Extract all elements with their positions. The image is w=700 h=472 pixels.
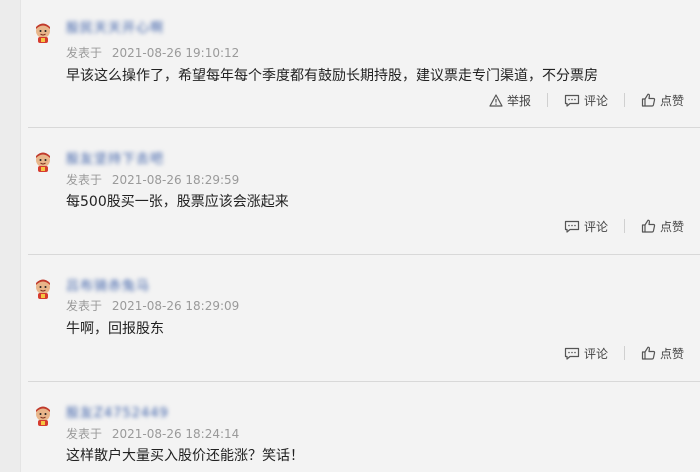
like-label: 点赞 [659, 219, 684, 234]
like-label: 点赞 [659, 346, 684, 361]
comment-item: 股友坚持下去吧 发表于 2021-08-26 18:29:59 每500股买一张… [28, 128, 700, 255]
comment-actions: 评论 点赞 [564, 217, 684, 235]
comment-button[interactable]: 评论 [564, 92, 608, 109]
comment-text: 这样散户大量买入股价还能涨？笑话！ [66, 448, 304, 464]
divider [546, 93, 548, 107]
report-icon [489, 93, 503, 107]
comment-item: 股民天天开心啊 发表于 2021-08-26 19:10:12 早该这么操作了，… [28, 0, 700, 128]
comment-icon [564, 94, 580, 107]
like-icon [641, 93, 656, 107]
comment-icon [564, 220, 580, 233]
comment-list-page: 股民天天开心啊 发表于 2021-08-26 19:10:12 早该这么操作了，… [0, 0, 700, 472]
like-button[interactable]: 点赞 [641, 92, 684, 109]
post-meta: 发表于 2021-08-26 19:10:12 [66, 44, 239, 61]
avatar-mascot-icon[interactable] [34, 406, 52, 426]
username[interactable]: 股友坚持下去吧 [66, 148, 164, 167]
report-button[interactable]: 举报 [489, 92, 531, 109]
comment-text: 每500股买一张，股票应该会涨起来 [66, 194, 289, 210]
divider [623, 346, 625, 360]
post-meta: 发表于 2021-08-26 18:29:09 [66, 297, 239, 314]
post-prefix: 发表于 [66, 173, 103, 187]
comment-actions: 评论 点赞 [564, 344, 684, 362]
post-time: 2021-08-26 18:29:59 [111, 173, 240, 187]
post-prefix: 发表于 [66, 299, 103, 313]
comment-item: 吕布骑赤兔马 发表于 2021-08-26 18:29:09 牛啊，回报股东 评… [28, 255, 700, 382]
comment-button[interactable]: 评论 [564, 218, 608, 235]
left-gutter [0, 0, 21, 472]
avatar-mascot-icon[interactable] [34, 152, 52, 172]
post-time: 2021-08-26 18:29:09 [111, 299, 240, 313]
post-time: 2021-08-26 18:24:14 [111, 427, 240, 441]
username[interactable]: 吕布骑赤兔马 [66, 275, 150, 294]
post-meta: 发表于 2021-08-26 18:24:14 [66, 425, 239, 442]
like-button[interactable]: 点赞 [641, 345, 684, 362]
avatar-mascot-icon[interactable] [34, 279, 52, 299]
like-icon [641, 346, 656, 360]
comment-text: 早该这么操作了，希望每年每个季度都有鼓励长期持股，建议票走专门渠道，不分票房 [66, 68, 598, 84]
post-time: 2021-08-26 19:10:12 [111, 46, 240, 60]
comment-button[interactable]: 评论 [564, 345, 608, 362]
comment-icon [564, 347, 580, 360]
comment-label: 评论 [583, 346, 608, 361]
post-prefix: 发表于 [66, 427, 103, 441]
comment-item: 股友Z4752449 发表于 2021-08-26 18:24:14 这样散户大… [28, 382, 700, 472]
username[interactable]: 股民天天开心啊 [66, 17, 164, 36]
like-label: 点赞 [659, 93, 684, 108]
post-prefix: 发表于 [66, 46, 103, 60]
divider [623, 93, 625, 107]
comment-label: 评论 [583, 219, 608, 234]
report-label: 举报 [506, 93, 531, 108]
avatar-mascot-icon[interactable] [34, 23, 52, 43]
post-meta: 发表于 2021-08-26 18:29:59 [66, 171, 239, 188]
comment-actions: 举报 评论 点赞 [489, 91, 684, 109]
comment-label: 评论 [583, 93, 608, 108]
like-icon [641, 219, 656, 233]
username[interactable]: 股友Z4752449 [66, 402, 169, 421]
divider [623, 219, 625, 233]
comment-text: 牛啊，回报股东 [66, 321, 164, 337]
like-button[interactable]: 点赞 [641, 218, 684, 235]
